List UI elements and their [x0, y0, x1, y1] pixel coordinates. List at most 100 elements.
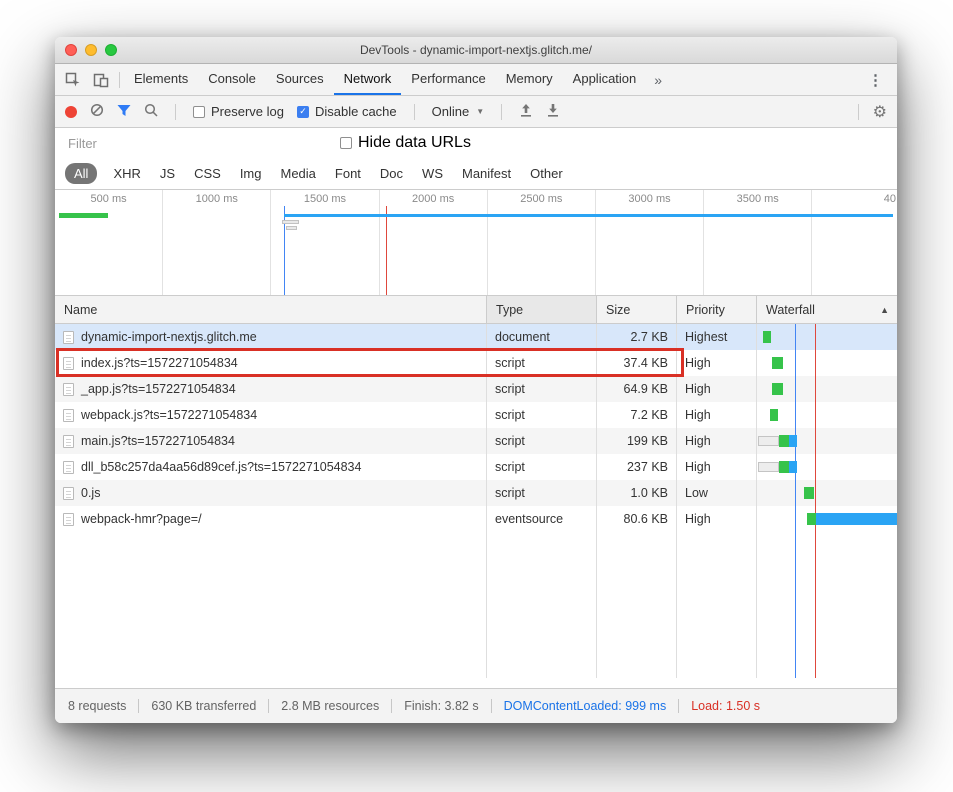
type-filter-doc[interactable]: Doc [377, 163, 406, 184]
devtools-window: DevTools - dynamic-import-nextjs.glitch.… [55, 37, 897, 723]
table-row[interactable]: webpack.js?ts=1572271054834 script 7.2 K… [55, 402, 897, 428]
column-header-waterfall[interactable]: Waterfall ▲ [757, 296, 897, 323]
column-header-priority[interactable]: Priority [677, 296, 757, 323]
checkbox-icon[interactable] [340, 137, 352, 149]
column-header-name[interactable]: Name [55, 296, 487, 323]
type-filter-other[interactable]: Other [527, 163, 566, 184]
clear-network-log-icon[interactable] [90, 103, 104, 120]
priority-cell: High [677, 428, 757, 454]
throttling-value: Online [432, 104, 470, 119]
overview-bar [282, 220, 299, 224]
checkbox-icon[interactable] [297, 106, 309, 118]
overview-bar [286, 226, 298, 230]
priority-cell: High [677, 506, 757, 532]
record-network-log-button[interactable] [65, 106, 77, 118]
gear-icon[interactable]: ⚙ [873, 102, 887, 122]
timeline-overview[interactable]: 500 ms 1000 ms 1500 ms 2000 ms 2500 ms 3… [55, 190, 897, 296]
sort-ascending-icon[interactable]: ▲ [880, 305, 889, 315]
close-window-button[interactable] [65, 44, 77, 56]
priority-cell: High [677, 402, 757, 428]
titlebar: DevTools - dynamic-import-nextjs.glitch.… [55, 37, 897, 64]
size-cell: 199 KB [597, 428, 677, 454]
hide-data-urls-label: Hide data URLs [358, 134, 471, 152]
type-filter-img[interactable]: Img [237, 163, 265, 184]
waterfall-bar [804, 487, 814, 499]
request-name: webpack.js?ts=1572271054834 [81, 408, 257, 422]
devtools-menu-icon[interactable]: ⋮ [858, 64, 893, 95]
tab-memory[interactable]: Memory [496, 64, 563, 95]
search-icon[interactable] [144, 103, 158, 120]
file-icon [63, 357, 74, 370]
preserve-log-checkbox[interactable]: Preserve log [193, 104, 284, 119]
waterfall-cell [757, 350, 897, 376]
finish-time: Finish: 3.82 s [404, 699, 478, 713]
tab-sources[interactable]: Sources [266, 64, 334, 95]
waterfall-bar [807, 513, 816, 525]
more-tabs-icon[interactable]: » [646, 64, 670, 95]
waterfall-bar [770, 409, 778, 421]
device-toolbar-icon[interactable] [87, 67, 115, 93]
filter-funnel-icon[interactable] [117, 104, 131, 120]
type-filter-js[interactable]: JS [157, 163, 178, 184]
tab-application[interactable]: Application [563, 64, 647, 95]
waterfall-bar [779, 435, 789, 447]
window-title: DevTools - dynamic-import-nextjs.glitch.… [360, 43, 592, 57]
divider [391, 699, 392, 713]
requests-count: 8 requests [68, 699, 126, 713]
table-row[interactable]: 0.js script 1.0 KB Low [55, 480, 897, 506]
tab-console[interactable]: Console [198, 64, 266, 95]
inspect-element-icon[interactable] [59, 67, 87, 93]
disable-cache-checkbox[interactable]: Disable cache [297, 104, 397, 119]
tab-performance[interactable]: Performance [401, 64, 495, 95]
throttling-dropdown[interactable]: Online ▼ [432, 104, 485, 119]
empty-table-area [55, 532, 897, 678]
file-icon [63, 461, 74, 474]
minimize-window-button[interactable] [85, 44, 97, 56]
name-cell: _app.js?ts=1572271054834 [55, 376, 487, 402]
waterfall-bar [789, 461, 797, 473]
timeline-label: 1500 ms [271, 190, 379, 295]
type-filter-ws[interactable]: WS [419, 163, 446, 184]
size-cell: 37.4 KB [597, 350, 677, 376]
table-row[interactable]: dynamic-import-nextjs.glitch.me document… [55, 324, 897, 350]
type-cell: script [487, 376, 597, 402]
name-cell: index.js?ts=1572271054834 [55, 350, 487, 376]
hide-data-urls-checkbox[interactable]: Hide data URLs [340, 134, 471, 152]
type-filter-media[interactable]: Media [277, 163, 318, 184]
type-cell: script [487, 402, 597, 428]
devtools-tabbar: Elements Console Sources Network Perform… [55, 64, 897, 96]
size-cell: 237 KB [597, 454, 677, 480]
column-header-type[interactable]: Type [487, 296, 597, 323]
checkbox-icon[interactable] [193, 106, 205, 118]
waterfall-bar [758, 436, 779, 446]
type-filter-xhr[interactable]: XHR [110, 163, 143, 184]
divider [138, 699, 139, 713]
divider [678, 699, 679, 713]
export-har-icon[interactable] [546, 103, 560, 121]
filter-row: Hide data URLs [55, 128, 897, 158]
type-filter-all[interactable]: All [65, 163, 97, 184]
waterfall-bar [789, 435, 797, 447]
name-cell: webpack-hmr?page=/ [55, 506, 487, 532]
size-cell: 2.7 KB [597, 324, 677, 350]
waterfall-bar [772, 357, 783, 369]
type-cell: script [487, 350, 597, 376]
zoom-window-button[interactable] [105, 44, 117, 56]
table-row[interactable]: _app.js?ts=1572271054834 script 64.9 KB … [55, 376, 897, 402]
tab-elements[interactable]: Elements [124, 64, 198, 95]
type-filter-font[interactable]: Font [332, 163, 364, 184]
chevron-down-icon: ▼ [476, 107, 484, 116]
table-row[interactable]: dll_b58c257da4aa56d89cef.js?ts=157227105… [55, 454, 897, 480]
column-header-size[interactable]: Size [597, 296, 677, 323]
table-row[interactable]: index.js?ts=1572271054834 script 37.4 KB… [55, 350, 897, 376]
table-row[interactable]: webpack-hmr?page=/ eventsource 80.6 KB H… [55, 506, 897, 532]
priority-cell: High [677, 454, 757, 480]
tab-network[interactable]: Network [334, 64, 402, 95]
import-har-icon[interactable] [519, 103, 533, 121]
table-row[interactable]: main.js?ts=1572271054834 script 199 KB H… [55, 428, 897, 454]
disable-cache-label: Disable cache [315, 104, 397, 119]
type-filter-css[interactable]: CSS [191, 163, 224, 184]
size-cell: 80.6 KB [597, 506, 677, 532]
type-filter-manifest[interactable]: Manifest [459, 163, 514, 184]
filter-input[interactable] [66, 135, 280, 152]
